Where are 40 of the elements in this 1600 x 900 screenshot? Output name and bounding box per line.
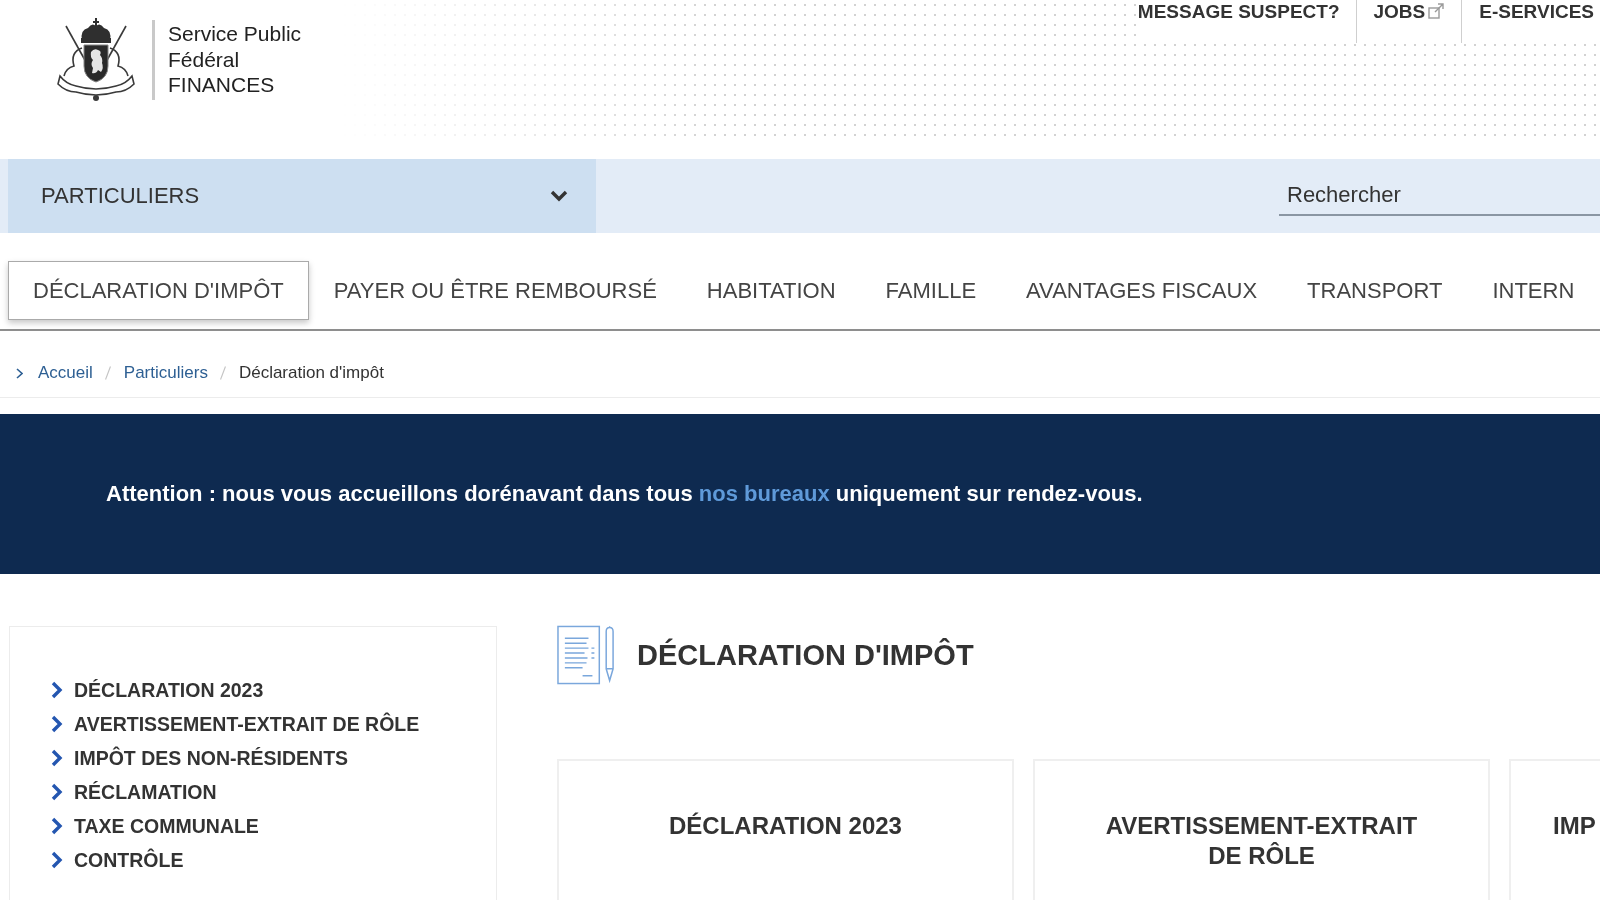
sidebar-link[interactable]: AVERTISSEMENT-EXTRAIT DE RÔLE [51, 707, 496, 741]
top-link[interactable]: JOBS [1355, 0, 1462, 43]
chevron-right-icon [51, 681, 63, 699]
main-tab[interactable]: TRANSPORT [1282, 261, 1468, 320]
notice-text: Attention : nous vous accueillons dorénavant dans tous nos bureaux uniquement sur rendez-vous. [106, 481, 1143, 507]
breadcrumb-link[interactable]: Particuliers [123, 362, 208, 384]
agency-name: Service Public Fédéral FINANCES [168, 21, 302, 98]
breadcrumb-current: Déclaration d'impôt [238, 362, 384, 384]
chevron-right-icon [51, 749, 63, 767]
main-tab[interactable]: AVANTAGES FISCAUX [1001, 261, 1283, 320]
coat-of-arms-logo[interactable] [56, 18, 136, 102]
sidebar-link[interactable]: RÉCLAMATION [51, 775, 496, 809]
search-field[interactable]: Rechercher [1279, 176, 1600, 216]
external-link-icon [1428, 3, 1445, 19]
sidebar-link[interactable]: DÉCLARATION 2023 [51, 673, 496, 707]
chevron-right-icon [51, 783, 63, 801]
main-tab[interactable]: FAMILLE [860, 261, 1002, 320]
sidebar-link[interactable]: TAXE COMMUNALE [51, 809, 496, 843]
topic-card[interactable]: IMP [1509, 759, 1600, 900]
audience-dropdown[interactable]: PARTICULIERS [8, 159, 596, 233]
page-title: DÉCLARATION D'IMPÔT [637, 638, 974, 672]
offices-link[interactable]: nos bureaux [698, 481, 830, 506]
chevron-right-icon [51, 817, 63, 835]
breadcrumb-separator-icon [104, 366, 111, 380]
chevron-right-icon [16, 367, 23, 379]
topic-card[interactable]: AVERTISSEMENT-EXTRAIT DE RÔLE [1033, 759, 1490, 900]
main-tab[interactable]: HABITATION [681, 261, 861, 320]
top-link[interactable]: MESSAGE SUSPECT? [1137, 0, 1356, 43]
main-tab[interactable]: PAYER OU ÊTRE REMBOURSÉ [308, 261, 682, 320]
chevron-right-icon [51, 851, 63, 869]
breadcrumb-link[interactable]: Accueil [38, 362, 93, 384]
top-link[interactable]: E-SERVICES [1461, 0, 1600, 43]
topic-card[interactable]: DÉCLARATION 2023 [557, 759, 1014, 900]
main-tab[interactable]: INTERN [1467, 261, 1600, 320]
breadcrumb-separator-icon [219, 366, 226, 380]
main-tab[interactable]: DÉCLARATION D'IMPÔT [8, 261, 309, 320]
chevron-right-icon [51, 715, 63, 733]
sidebar-link[interactable]: CONTRÔLE [51, 843, 496, 877]
chevron-down-icon [550, 190, 568, 202]
sidebar-link[interactable]: IMPÔT DES NON-RÉSIDENTS [51, 741, 496, 775]
